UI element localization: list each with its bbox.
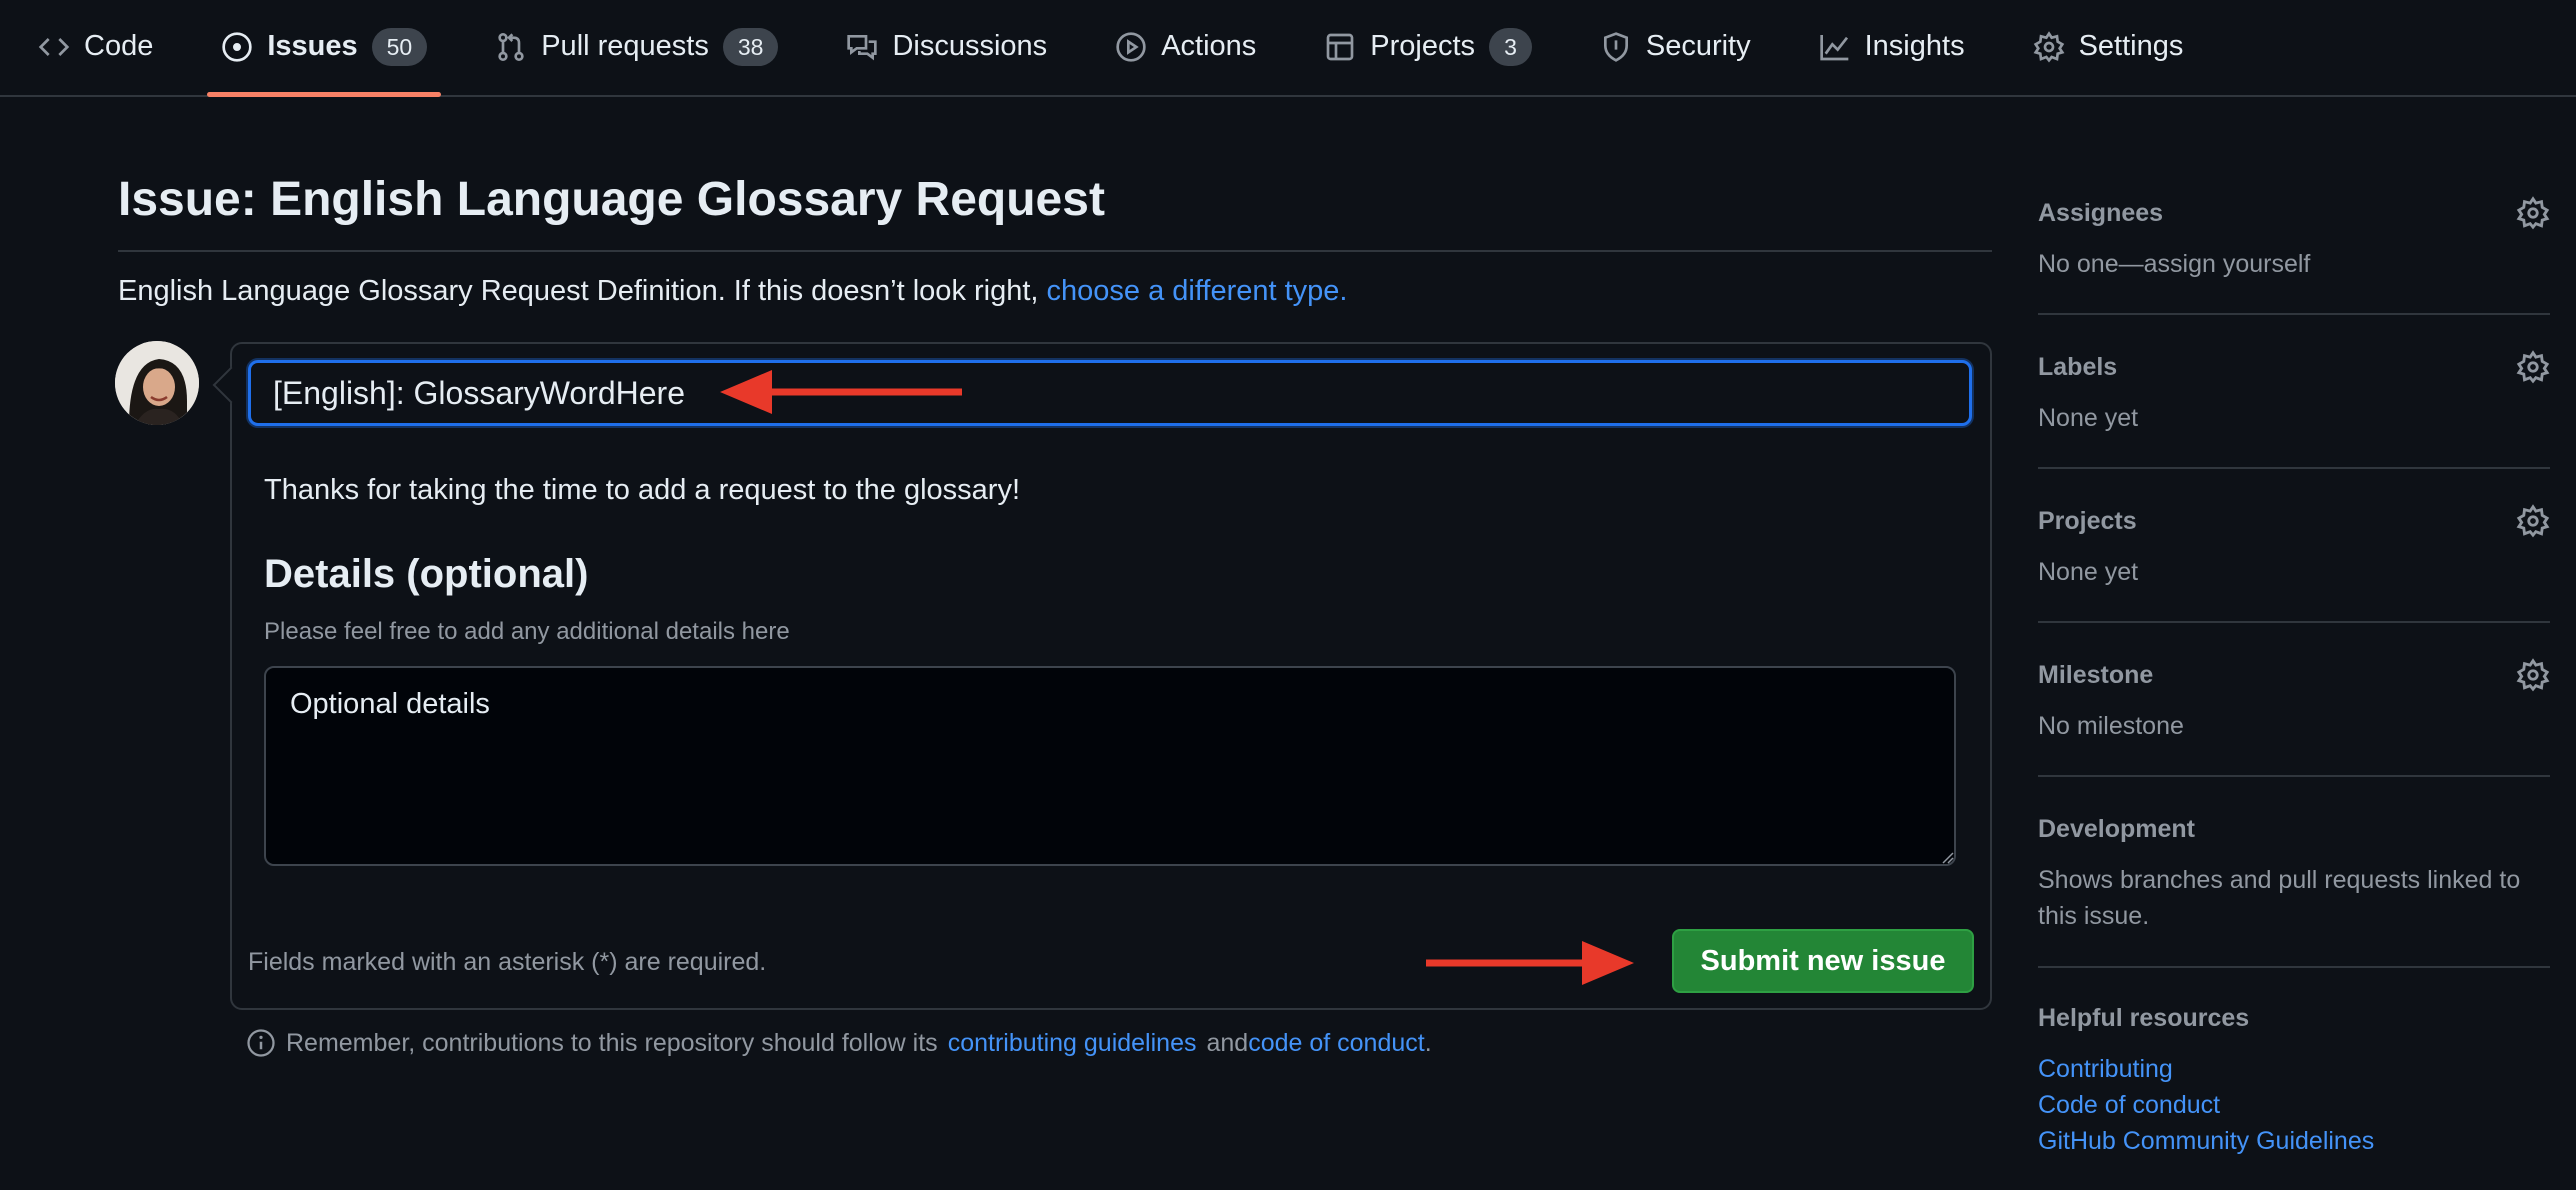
issues-count-badge: 50 [371,27,428,66]
projects-gear-icon[interactable] [2516,504,2550,538]
sidebar-labels-heading: Labels [2038,353,2118,381]
footnote-period: . [1424,1028,1432,1057]
graph-icon [1819,31,1851,63]
tab-issues-label: Issues [267,30,358,62]
details-textarea[interactable] [264,666,1956,866]
repo-nav: Code Issues 50 Pull requests 38 Discussi… [0,0,2576,97]
resize-handle-icon[interactable] [1940,850,1954,864]
tab-actions-label: Actions [1161,30,1257,62]
sidebar-assignees-value[interactable]: No one—assign yourself [2038,246,2550,282]
table-icon [1324,31,1356,63]
helpful-resources-heading: Helpful resources [2038,1004,2250,1032]
details-heading: Details (optional) [264,552,589,596]
sidebar-divider [2038,467,2550,469]
helpful-resource-link[interactable]: Code of conduct [2038,1087,2220,1123]
sidebar-development-value: Shows branches and pull requests linked … [2038,866,2521,930]
comment-discussion-icon [846,31,878,63]
shield-icon [1600,31,1632,63]
tab-actions[interactable]: Actions [1101,0,1270,95]
avatar[interactable] [115,341,199,425]
sidebar-divider [2038,313,2550,315]
contributing-guidelines-link[interactable]: contributing guidelines [948,1029,1197,1058]
submit-new-issue-button[interactable]: Submit new issue [1672,929,1974,993]
sidebar-assignees-heading: Assignees [2038,199,2164,227]
required-fields-note: Fields marked with an asterisk (*) are r… [248,948,767,976]
sidebar-milestone-value: No milestone [2038,712,2184,740]
page-title: Issue: English Language Glossary Request [118,173,1105,226]
tab-projects-label: Projects [1370,30,1476,62]
sidebar-divider [2038,621,2550,623]
tab-discussions[interactable]: Discussions [832,0,1061,95]
tab-discussions-label: Discussions [892,30,1048,62]
sidebar-divider [2038,966,2550,968]
choose-different-type-link[interactable]: choose a different type. [1047,275,1348,307]
tab-settings-label: Settings [2078,30,2184,62]
assignees-gear-icon[interactable] [2516,196,2550,230]
title-divider [118,250,1992,252]
footnote-text: Remember, contributions to this reposito… [286,1028,938,1057]
annotation-arrow-submit-icon [1426,941,1634,985]
projects-count-badge: 3 [1489,27,1532,66]
helpful-resource-link[interactable]: GitHub Community Guidelines [2038,1123,2374,1159]
sidebar-projects-heading: Projects [2038,507,2137,535]
details-description: Please feel free to add any additional d… [264,618,790,645]
footnote-and: and [1206,1028,1249,1057]
tab-security[interactable]: Security [1586,0,1765,95]
tab-pull-requests-label: Pull requests [541,30,709,62]
sidebar-divider [2038,775,2550,777]
avatar-image [115,341,199,425]
tab-security-label: Security [1645,30,1751,62]
info-icon [247,1029,275,1057]
tab-code-label: Code [84,30,154,62]
issue-type-description: English Language Glossary Request Defini… [118,271,1347,311]
tab-insights-label: Insights [1864,30,1965,62]
contribution-footnote: Remember, contributions to this reposito… [246,1028,1432,1058]
issue-type-text: English Language Glossary Request Defini… [118,275,1039,307]
tab-insights[interactable]: Insights [1805,0,1979,95]
sidebar-labels-value: None yet [2038,404,2139,432]
labels-gear-icon[interactable] [2516,350,2550,384]
milestone-gear-icon[interactable] [2516,658,2550,692]
tab-projects[interactable]: Projects 3 [1310,0,1546,95]
sidebar-milestone-heading: Milestone [2038,661,2154,689]
play-icon [1115,31,1147,63]
issue-opened-icon [221,31,253,63]
git-pull-request-icon [495,31,527,63]
issue-form: Thanks for taking the time to add a requ… [230,342,1992,1010]
pull-requests-count-badge: 38 [722,27,779,66]
sidebar-development-heading: Development [2038,815,2195,843]
form-intro-text: Thanks for taking the time to add a requ… [264,474,1021,506]
code-of-conduct-link[interactable]: code of conduct [1248,1029,1425,1058]
gear-icon [2033,30,2065,63]
tab-code[interactable]: Code [24,0,167,95]
helpful-resource-link[interactable]: Contributing [2038,1051,2173,1087]
tab-issues[interactable]: Issues 50 [207,0,442,97]
tab-settings[interactable]: Settings [2019,0,2198,95]
tab-pull-requests[interactable]: Pull requests 38 [481,0,792,95]
annotation-arrow-title-icon [720,370,962,414]
code-icon [38,31,70,63]
issue-title-input[interactable] [248,360,1972,426]
sidebar-projects-value: None yet [2038,558,2139,586]
